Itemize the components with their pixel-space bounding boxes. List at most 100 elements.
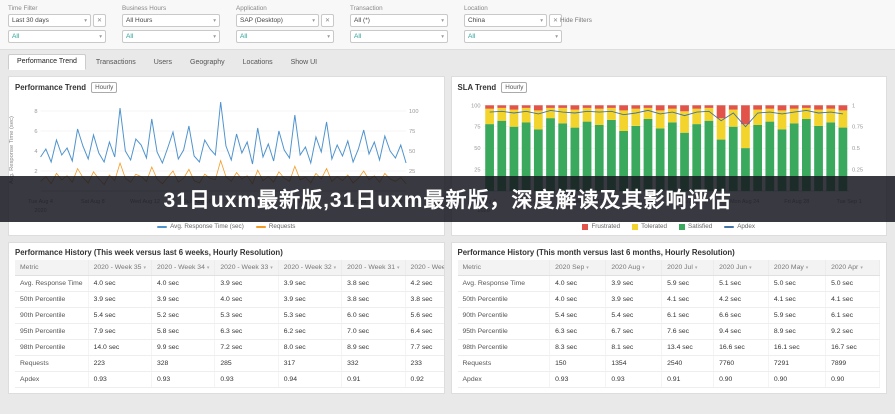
sort-caret-icon: ▾: [749, 265, 752, 271]
value-cell: 9.2 sec: [826, 324, 880, 340]
performance-legend: Avg. Response Time (sec) Requests: [15, 223, 438, 230]
value-cell: 5.3 sec: [215, 308, 278, 324]
column-header-metric[interactable]: Metric: [458, 260, 550, 276]
svg-text:50: 50: [474, 146, 480, 152]
filter-select-location[interactable]: China▾: [464, 14, 547, 27]
value-cell: 150: [550, 356, 606, 372]
tab-performance-trend[interactable]: Performance Trend: [8, 54, 86, 70]
value-cell: 3.9 sec: [88, 292, 151, 308]
svg-text:75: 75: [474, 125, 480, 131]
metric-cell: Requests: [458, 356, 550, 372]
value-cell: 4.0 sec: [151, 276, 214, 292]
svg-text:50: 50: [409, 149, 415, 155]
filter-subselect-application[interactable]: All▾: [236, 30, 334, 43]
sort-caret-icon: ▾: [806, 265, 809, 271]
legend-item-apdex[interactable]: Apdex: [724, 223, 755, 230]
filter-subselect-time-filter[interactable]: All▾: [8, 30, 106, 43]
svg-text:100: 100: [409, 109, 418, 115]
filter-select-application[interactable]: SAP (Desktop)▾: [236, 14, 319, 27]
metric-cell: 50th Percentile: [458, 292, 550, 308]
hide-filters-link[interactable]: Hide Filters: [560, 17, 592, 24]
column-header-2020-week-30[interactable]: 2020 - Week 30▾: [405, 260, 444, 276]
filter-fields: Time FilterLast 30 days▾✕All▾Business Ho…: [8, 5, 887, 43]
column-header-2020-week-35[interactable]: 2020 - Week 35▾: [88, 260, 151, 276]
legend-swatch: [679, 224, 685, 230]
value-cell: 7.9 sec: [88, 324, 151, 340]
legend-label: Frustrated: [591, 223, 620, 230]
column-header-2020-week-32[interactable]: 2020 - Week 32▾: [278, 260, 341, 276]
filter-value: China: [468, 17, 485, 24]
tab-users[interactable]: Users: [146, 56, 180, 70]
table-row: 95th Percentile7.9 sec5.8 sec6.3 sec6.2 …: [15, 324, 445, 340]
filter-application: ApplicationSAP (Desktop)▾✕All▾: [236, 5, 334, 43]
value-cell: 6.4 sec: [405, 324, 444, 340]
sla-resolution-badge[interactable]: Hourly: [501, 82, 527, 93]
chevron-down-icon: ▾: [555, 34, 558, 40]
column-header-label: 2020 Jul: [667, 264, 693, 271]
filter-clear-button[interactable]: ✕: [321, 14, 334, 27]
legend-item-tolerated[interactable]: Tolerated: [632, 223, 667, 230]
value-cell: 6.3 sec: [550, 324, 606, 340]
tab-geography[interactable]: Geography: [182, 56, 233, 70]
column-header-2020-aug[interactable]: 2020 Aug▾: [606, 260, 662, 276]
filter-select-business-hours[interactable]: All Hours▾: [122, 14, 220, 27]
column-header-label: Metric: [20, 264, 39, 271]
filter-subselect-transaction[interactable]: All▾: [350, 30, 448, 43]
column-header-2020-jul[interactable]: 2020 Jul▾: [662, 260, 714, 276]
performance-resolution-badge[interactable]: Hourly: [91, 82, 117, 93]
value-cell: 0.91: [342, 372, 405, 388]
filter-select-transaction[interactable]: All (*)▾: [350, 14, 448, 27]
value-cell: 5.2 sec: [151, 308, 214, 324]
value-cell: 7899: [826, 356, 880, 372]
tab-transactions[interactable]: Transactions: [88, 56, 144, 70]
value-cell: 5.3 sec: [278, 308, 341, 324]
column-header-label: 2020 - Week 30: [411, 264, 445, 271]
metric-cell: Requests: [15, 356, 88, 372]
sort-caret-icon: ▾: [586, 265, 589, 271]
watermark-text: 31日uxm最新版,31日uxm最新版，深度解读及其影响评估: [164, 184, 732, 214]
legend-item-requests[interactable]: Requests: [256, 223, 296, 230]
filter-subselect-business-hours[interactable]: All▾: [122, 30, 220, 43]
metric-cell: 90th Percentile: [15, 308, 88, 324]
filter-transaction: TransactionAll (*)▾All▾: [350, 5, 448, 43]
filter-value: Last 30 days: [12, 17, 49, 24]
monthly-history-table: Metric2020 Sep▾2020 Aug▾2020 Jul▾2020 Ju…: [458, 260, 881, 388]
tab-show-ui[interactable]: Show UI: [283, 56, 325, 70]
table-row: 98th Percentile8.3 sec8.1 sec13.4 sec16.…: [458, 340, 880, 356]
value-cell: 5.6 sec: [405, 308, 444, 324]
filter-sub-value: All: [468, 33, 475, 40]
table-row: Requests15013542540776072917899: [458, 356, 880, 372]
legend-swatch: [724, 226, 734, 228]
filter-clear-button[interactable]: ✕: [93, 14, 106, 27]
metric-cell: 98th Percentile: [15, 340, 88, 356]
value-cell: 5.4 sec: [550, 308, 606, 324]
legend-item-avg-response-time-sec[interactable]: Avg. Response Time (sec): [157, 223, 244, 230]
value-cell: 4.0 sec: [550, 292, 606, 308]
value-cell: 3.9 sec: [151, 292, 214, 308]
sort-caret-icon: ▾: [860, 265, 863, 271]
column-header-2020-jun[interactable]: 2020 Jun▾: [714, 260, 769, 276]
legend-swatch: [256, 226, 266, 228]
metric-cell: Avg. Response Time: [458, 276, 550, 292]
column-header-label: 2020 Sep: [555, 264, 584, 271]
legend-item-satisfied[interactable]: Satisfied: [679, 223, 712, 230]
legend-item-frustrated[interactable]: Frustrated: [582, 223, 620, 230]
performance-trend-title: Performance Trend: [15, 83, 86, 92]
metric-cell: Avg. Response Time: [15, 276, 88, 292]
monthly-history-title: Performance History (This month versus l…: [458, 248, 881, 257]
column-header-2020-may[interactable]: 2020 May▾: [768, 260, 825, 276]
column-header-2020-week-34[interactable]: 2020 - Week 34▾: [151, 260, 214, 276]
column-header-metric[interactable]: Metric: [15, 260, 88, 276]
column-header-2020-sep[interactable]: 2020 Sep▾: [550, 260, 606, 276]
value-cell: 6.1 sec: [826, 308, 880, 324]
column-header-2020-week-31[interactable]: 2020 - Week 31▾: [342, 260, 405, 276]
legend-swatch: [157, 226, 167, 228]
column-header-2020-apr[interactable]: 2020 Apr▾: [826, 260, 880, 276]
value-cell: 0.93: [550, 372, 606, 388]
table-row: Apdex0.930.930.930.940.910.92: [15, 372, 445, 388]
filter-label: Time Filter: [8, 5, 106, 12]
column-header-2020-week-33[interactable]: 2020 - Week 33▾: [215, 260, 278, 276]
filter-subselect-location[interactable]: All ▾: [464, 30, 562, 43]
filter-select-time-filter[interactable]: Last 30 days▾: [8, 14, 91, 27]
tab-locations[interactable]: Locations: [235, 56, 281, 70]
